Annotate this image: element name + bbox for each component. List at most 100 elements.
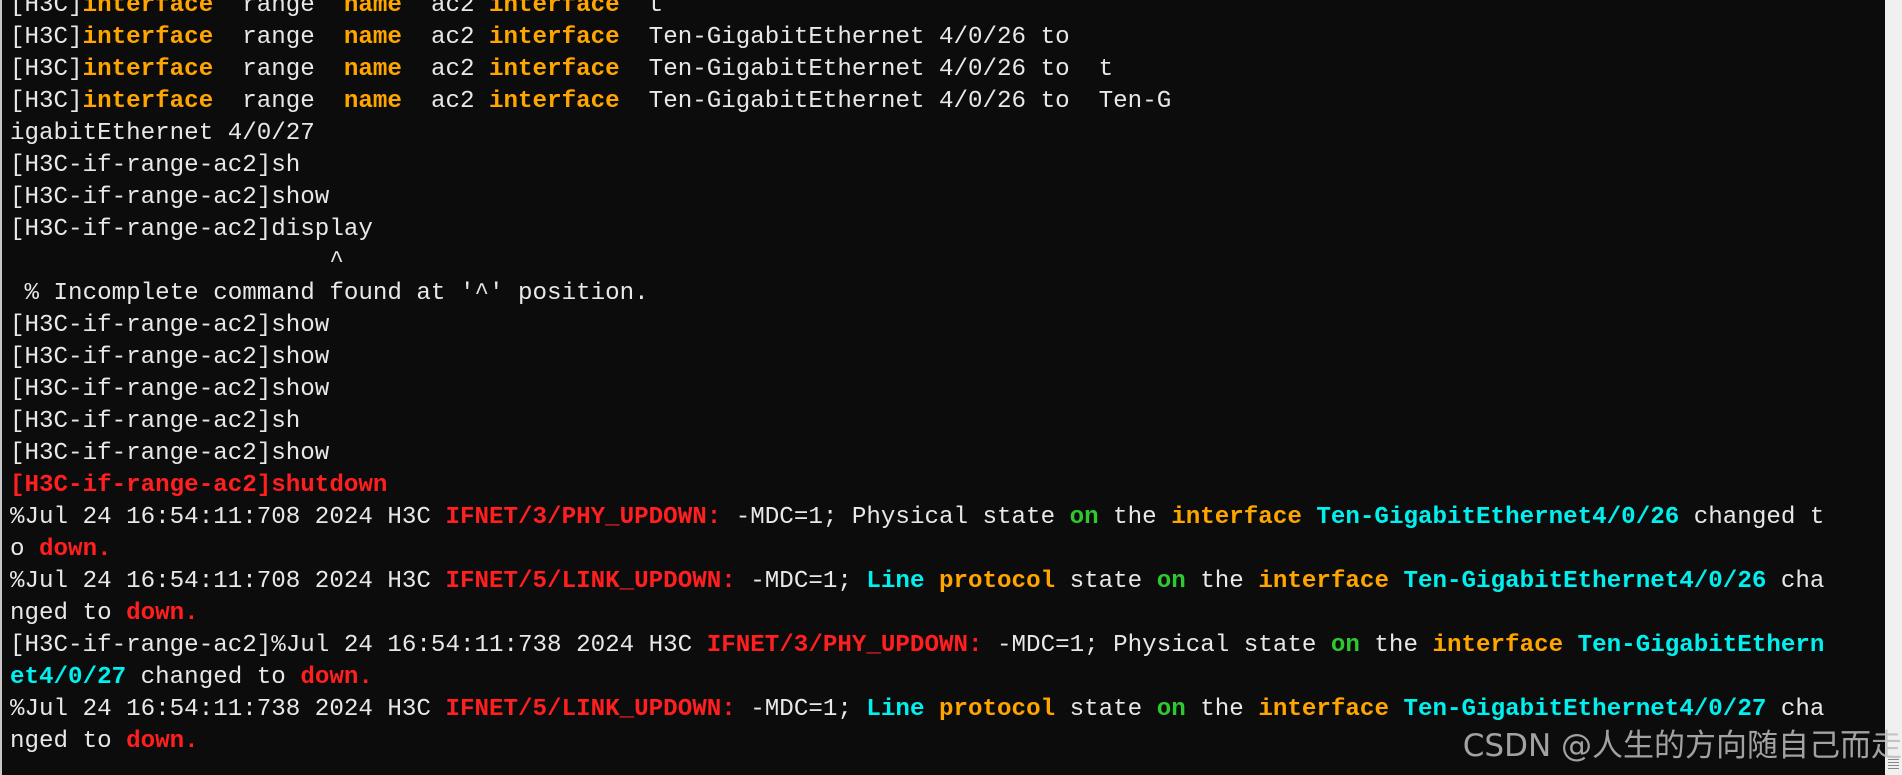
- terminal-text-segment: range: [213, 56, 344, 83]
- terminal-text-segment: interface: [1258, 696, 1389, 723]
- terminal-text-segment: cha: [1766, 568, 1825, 595]
- terminal-text-segment: the: [1185, 696, 1259, 723]
- terminal-text-segment: [H3C-if-range-ac2]show: [10, 440, 330, 467]
- terminal-text-segment: changed t: [1679, 504, 1825, 531]
- terminal-text-segment: [H3C-if-range-ac2]sh: [10, 152, 301, 179]
- terminal-text-segment: t: [619, 0, 664, 19]
- terminal-text-segment: down.: [39, 536, 112, 563]
- terminal-text-segment: interface: [1258, 568, 1389, 595]
- terminal-text-segment: [H3C-if-range-ac2]display: [10, 216, 373, 243]
- terminal-text-segment: ^: [10, 248, 344, 275]
- terminal-line: [H3C]interface range name ac2 interface …: [10, 0, 1824, 22]
- terminal-text-segment: cha: [1766, 696, 1825, 723]
- terminal-text-segment: [H3C-if-range-ac2]%Jul 24 16:54:11:738 2…: [10, 632, 707, 659]
- terminal-text-segment: [H3C]: [10, 24, 83, 51]
- terminal-line: [H3C-if-range-ac2]display: [10, 214, 1824, 246]
- terminal-text-segment: igabitEthernet 4/0/27: [10, 120, 315, 147]
- terminal-text-segment: interface: [82, 88, 214, 115]
- terminal-line: %Jul 24 16:54:11:708 2024 H3C IFNET/3/PH…: [10, 502, 1824, 534]
- terminal-line: [H3C-if-range-ac2]shutdown: [10, 470, 1824, 502]
- terminal-line: [H3C-if-range-ac2]show: [10, 374, 1824, 406]
- terminal-text-segment: interface: [489, 56, 620, 83]
- terminal-text-segment: nged to: [10, 600, 127, 627]
- terminal-text-segment: range: [213, 88, 344, 115]
- terminal-text-segment: interface: [1171, 504, 1302, 531]
- terminal-text-segment: -MDC=1; Physical state: [982, 632, 1331, 659]
- terminal-text-segment: Ten-GigabitEthernet4/0/27: [1403, 696, 1767, 723]
- terminal-text-segment: o: [10, 536, 40, 563]
- terminal-text-segment: -MDC=1;: [735, 696, 867, 723]
- terminal-text-segment: on: [1069, 504, 1099, 531]
- scrollbar[interactable]: [1885, 0, 1902, 775]
- terminal-text-segment: ac2: [401, 88, 490, 115]
- terminal-text-segment: range: [213, 24, 344, 51]
- terminal-text-segment: interface: [489, 88, 620, 115]
- terminal-line: [H3C-if-range-ac2]%Jul 24 16:54:11:738 2…: [10, 630, 1824, 662]
- terminal-line: nged to down.: [10, 598, 1824, 630]
- terminal-line: [H3C]interface range name ac2 interface …: [10, 54, 1824, 86]
- terminal-text-segment: the: [1185, 568, 1259, 595]
- terminal-text-segment: the: [1359, 632, 1433, 659]
- terminal-text-segment: [H3C]: [10, 56, 83, 83]
- terminal-text-segment: Ten-GigabitEthernet4/0/26: [1403, 568, 1767, 595]
- terminal-text-segment: %Jul 24 16:54:11:708 2024 H3C: [10, 504, 446, 531]
- terminal-line: [H3C-if-range-ac2]show: [10, 182, 1824, 214]
- terminal-text-segment: protocol: [938, 568, 1056, 595]
- terminal-text-segment: -MDC=1;: [735, 568, 867, 595]
- terminal-text-segment: interface: [82, 0, 214, 19]
- terminal-text-segment: range: [213, 0, 344, 19]
- terminal-text-segment: on: [1156, 696, 1186, 723]
- terminal-text-segment: interface: [489, 0, 620, 19]
- terminal-text-segment: interface: [489, 24, 620, 51]
- terminal-text-segment: interface: [1432, 632, 1564, 659]
- terminal-text-segment: Ten-GigabitEthernet 4/0/26 to: [619, 24, 1070, 51]
- terminal-text-segment: name: [343, 0, 402, 19]
- terminal-text-segment: %Jul 24 16:54:11:738 2024 H3C: [10, 696, 446, 723]
- terminal-text-segment: Ten-GigabitEthernet 4/0/26 to Ten-G: [619, 88, 1172, 115]
- terminal-text-segment: [H3C-if-range-ac2]shutdown: [10, 472, 388, 499]
- terminal-text-segment: Line: [866, 696, 925, 723]
- terminal-text-segment: down.: [126, 600, 199, 627]
- terminal-text-segment: state: [1055, 568, 1157, 595]
- terminal-line: et4/0/27 changed to down.: [10, 662, 1824, 694]
- terminal-line: ^: [10, 246, 1824, 278]
- terminal-line: [H3C-if-range-ac2]show: [10, 438, 1824, 470]
- terminal-text-segment: [H3C-if-range-ac2]show: [10, 312, 330, 339]
- terminal-window[interactable]: [H3C]interface range name ac2 interface …: [0, 0, 1885, 775]
- terminal-text-segment: state: [1055, 696, 1157, 723]
- terminal-text-segment: [H3C]: [10, 88, 83, 115]
- terminal-text-segment: %Jul 24 16:54:11:708 2024 H3C: [10, 568, 446, 595]
- terminal-text-segment: interface: [82, 56, 214, 83]
- terminal-line: igabitEthernet 4/0/27: [10, 118, 1824, 150]
- terminal-text-segment: [H3C-if-range-ac2]show: [10, 344, 330, 371]
- terminal-text-segment: IFNET/5/LINK_UPDOWN:: [445, 568, 736, 595]
- terminal-text-segment: -MDC=1; Physical state: [721, 504, 1070, 531]
- terminal-text-segment: IFNET/5/LINK_UPDOWN:: [445, 696, 736, 723]
- terminal-text-segment: Ten-GigabitEthern: [1577, 632, 1825, 659]
- terminal-text-segment: name: [343, 88, 402, 115]
- terminal-text-segment: IFNET/3/PHY_UPDOWN:: [445, 504, 722, 531]
- terminal-text-segment: down.: [126, 728, 199, 755]
- terminal-line: [H3C-if-range-ac2]show: [10, 342, 1824, 374]
- terminal-text-segment: protocol: [938, 696, 1056, 723]
- terminal-text-segment: down.: [300, 664, 373, 691]
- terminal-text-segment: [H3C-if-range-ac2]show: [10, 184, 330, 211]
- terminal-text-segment: the: [1098, 504, 1172, 531]
- terminal-line: [H3C-if-range-ac2]sh: [10, 406, 1824, 438]
- terminal-text-segment: % Incomplete command found at '^' positi…: [10, 280, 649, 307]
- terminal-text-segment: ac2: [401, 56, 490, 83]
- terminal-output: [H3C]interface range name ac2 interface …: [10, 0, 1824, 775]
- terminal-line: [H3C-if-range-ac2]sh: [10, 150, 1824, 182]
- terminal-line: [H3C]interface range name ac2 interface …: [10, 86, 1824, 118]
- terminal-text-segment: Line: [866, 568, 925, 595]
- terminal-text-segment: IFNET/3/PHY_UPDOWN:: [706, 632, 983, 659]
- terminal-text-segment: Ten-GigabitEthernet4/0/26: [1316, 504, 1680, 531]
- terminal-text-segment: on: [1156, 568, 1186, 595]
- terminal-text-segment: nged to: [10, 728, 127, 755]
